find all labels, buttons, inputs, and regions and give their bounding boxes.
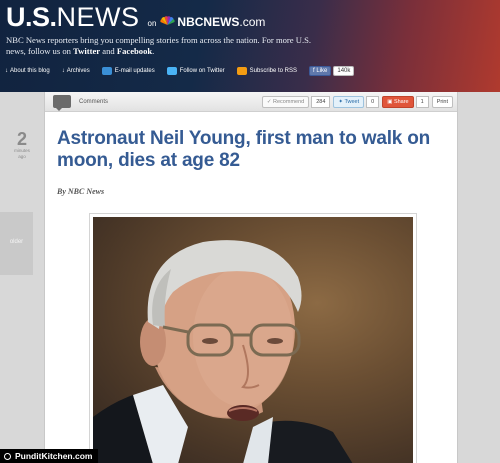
punditkitchen-watermark: PunditKitchen.com [0, 449, 99, 463]
nav-follow-twitter[interactable]: Follow on Twitter [166, 67, 225, 75]
nav-email-updates[interactable]: E-mail updates [101, 67, 155, 75]
nbc-peacock-icon [160, 16, 176, 25]
portrait-image [93, 217, 413, 463]
share-buttons: ✓ Recommend 284 ✦ Tweet 0 ▣ Share 1 Prin… [259, 96, 453, 108]
brand-nbcnews: NBCNEWS.com [177, 15, 266, 29]
facebook-like-widget[interactable]: f Like 140k [309, 66, 355, 76]
rss-icon [236, 67, 247, 75]
facebook-like-count: 140k [333, 66, 355, 76]
comments-link[interactable]: Comments [53, 95, 109, 111]
brand-logo[interactable]: U.S. NEWS on NBCNEWS.com [6, 2, 265, 33]
tweet-button[interactable]: ✦ Tweet [333, 96, 365, 108]
post-time-ago: 2 minutes ago [0, 130, 44, 160]
globe-icon [4, 452, 11, 460]
facebook-link[interactable]: Facebook [117, 46, 152, 56]
article-panel: Comments ✓ Recommend 284 ✦ Tweet 0 ▣ Sha… [44, 92, 458, 463]
print-button[interactable]: Print [431, 96, 453, 108]
share-button[interactable]: ▣ Share [382, 96, 414, 108]
older-posts-tab[interactable]: older [0, 212, 33, 275]
arrow-down-icon: ↓ [61, 68, 65, 74]
twitter-link[interactable]: Twitter [73, 46, 100, 56]
article-headline[interactable]: Astronaut Neil Young, first man to walk … [57, 128, 457, 172]
time-number: 2 [16, 129, 27, 149]
facebook-like-button[interactable]: f Like [309, 66, 332, 76]
comments-label: Comments [79, 98, 109, 105]
article-byline: By NBC News [57, 187, 105, 196]
watermark-text: PunditKitchen.com [15, 451, 93, 461]
recommend-count: 284 [311, 96, 331, 108]
article-photo[interactable] [89, 213, 417, 463]
brand-on: on [147, 19, 157, 28]
nav-subscribe-rss[interactable]: Subscribe to RSS [236, 67, 297, 75]
brand-news: NEWS [56, 2, 140, 32]
portrait-illustration [93, 240, 353, 463]
header-nav: ↓ About this blog ↓ Archives E-mail upda… [5, 66, 355, 76]
time-ago-label: ago [18, 154, 26, 159]
nav-archives[interactable]: ↓ Archives [62, 68, 90, 74]
arrow-down-icon: ↓ [5, 68, 8, 74]
email-icon [101, 67, 112, 75]
twitter-icon [166, 67, 177, 75]
brand-us: U.S. [6, 2, 57, 32]
header-blurb: NBC News reporters bring you compelling … [6, 35, 312, 56]
older-label: older [9, 239, 24, 245]
recommend-button[interactable]: ✓ Recommend [261, 96, 310, 108]
site-header: U.S. NEWS on NBCNEWS.com NBC News report… [0, 0, 500, 92]
tweet-count: 0 [366, 96, 380, 108]
share-count: 1 [415, 96, 429, 108]
comment-bubble-icon [53, 95, 71, 111]
article-toolbar: Comments ✓ Recommend 284 ✦ Tweet 0 ▣ Sha… [45, 92, 457, 112]
nav-about-blog[interactable]: ↓ About this blog [5, 68, 50, 74]
share-icon: ▣ [387, 99, 394, 105]
